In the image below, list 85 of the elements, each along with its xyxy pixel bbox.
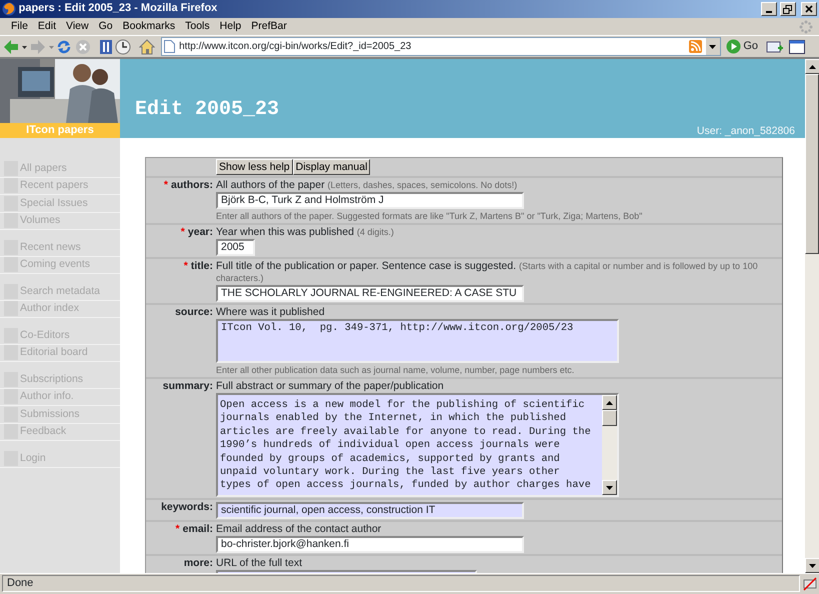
field-help: URL of the full text — [216, 557, 303, 569]
close-button[interactable] — [801, 2, 817, 16]
input-field[interactable]: 2005 — [216, 239, 255, 256]
bullet-icon — [4, 240, 18, 255]
status-text: Done — [2, 575, 800, 592]
caret-icon — [709, 44, 716, 48]
field-help: Full abstract or summary of the paper/publication — [216, 380, 445, 392]
field-label: source: — [175, 306, 213, 318]
page-icon — [164, 40, 176, 53]
scroll-down-icon[interactable] — [809, 564, 816, 568]
text-area[interactable]: ITcon Vol. 10, pg. 349-371, http://www.itcon.org/2005/23 — [216, 319, 619, 363]
bullet-icon — [4, 160, 18, 176]
address-bar[interactable]: http://www.itcon.org/cgi-bin/works/Edit?_id=2005_23 — [160, 37, 720, 56]
field-label: keywords: — [161, 501, 213, 513]
go-icon[interactable] — [726, 39, 741, 54]
field-label: authors: — [171, 179, 213, 191]
scroll-down-icon[interactable] — [606, 486, 613, 490]
dropdown-button[interactable] — [704, 38, 720, 55]
input-field[interactable]: scientific journal, open access, construction IT — [216, 502, 524, 519]
scroll-up-icon[interactable] — [606, 400, 613, 404]
scrollbar[interactable] — [805, 59, 819, 573]
text-area[interactable]: Open access is a new model for the publishing of scientific journals enabled by the Internet, in which the published articles are freely available for anyone to read. During the 1990’s hundreds of individual open access journals were founded by groups of academics, supported by grants and unpaid voluntary work. During the last five years other types of open access journals, funded by author charges have — [216, 393, 619, 497]
required-mark: * — [164, 179, 168, 191]
user-label: User: _anon_582806 — [696, 125, 795, 138]
bullet-icon — [4, 301, 18, 316]
menu-item[interactable]: Go — [94, 20, 118, 33]
bullet-icon — [4, 257, 18, 272]
form-button[interactable]: Show less help — [216, 159, 293, 175]
prefbar-icon[interactable] — [803, 576, 817, 590]
bookmarks-icon[interactable] — [98, 38, 113, 54]
menu-item[interactable]: Edit — [32, 20, 62, 33]
bullet-icon — [4, 450, 18, 466]
reload-icon[interactable] — [56, 38, 72, 54]
site-brand: ITcon papers — [0, 123, 120, 138]
bullet-icon — [4, 424, 18, 440]
restore-icon — [783, 4, 792, 14]
bullet-icon — [4, 406, 18, 422]
scroll-thumb[interactable] — [602, 410, 617, 426]
menu-item[interactable]: Bookmarks — [118, 20, 180, 33]
field-help: All authors of the paper (Letters, dashes, spaces, semicolons. No dots!) — [216, 179, 518, 191]
window-title: papers : Edit 2005_23 - Mozilla Firefox — [18, 2, 218, 16]
go-button[interactable]: Go — [743, 40, 758, 54]
field-help: Full title of the publication or paper. Sentence case is suggested. (Starts with a capital or number and is followed by up to 100 characters.) — [216, 260, 759, 284]
new-tab-icon[interactable] — [766, 40, 784, 54]
bullet-icon — [4, 213, 18, 228]
restore-button[interactable] — [780, 2, 796, 16]
menu-item[interactable]: File — [6, 20, 33, 33]
bullet-icon — [4, 328, 18, 343]
required-mark: * — [184, 260, 188, 272]
field-hint: Enter all authors of the paper. Suggested formats are like "Turk Z, Martens B" or "Turk, Ziga; Martens, Bob" — [216, 210, 644, 222]
firefox-icon — [2, 2, 16, 16]
required-mark: * — [176, 523, 180, 535]
field-help: Year when this was published (4 digits.) — [216, 226, 395, 238]
throbber-icon — [799, 20, 813, 34]
menu-item[interactable]: Help — [214, 20, 246, 33]
field-hint: Enter all other publication data such as journal name, volume, number, page numbers etc. — [216, 364, 576, 376]
scroll-thumb[interactable] — [805, 74, 819, 254]
bullet-icon — [4, 178, 18, 194]
history-icon[interactable] — [115, 38, 132, 54]
field-label: summary: — [162, 380, 213, 392]
input-field[interactable]: bo-christer.bjork@hanken.fi — [216, 536, 524, 553]
page-title: Edit 2005_23 — [135, 98, 280, 122]
bullet-icon — [4, 284, 18, 299]
bullet-icon — [4, 345, 18, 360]
input-field[interactable]: THE SCHOLARLY JOURNAL RE-ENGINEERED: A CASE STU — [216, 285, 524, 302]
menu-item[interactable]: View — [61, 20, 94, 33]
bullet-icon — [4, 389, 18, 404]
field-help: Email address of the contact author — [216, 523, 382, 535]
home-icon[interactable] — [139, 38, 156, 54]
bullet-icon — [4, 196, 18, 211]
required-mark: * — [180, 226, 185, 238]
bullet-icon — [4, 372, 18, 387]
field-label: title: — [190, 260, 213, 272]
menu-item[interactable]: PrefBar — [246, 20, 292, 33]
window-icon[interactable] — [789, 40, 806, 54]
field-label: year: — [188, 226, 213, 238]
input-field[interactable]: Björk B-C, Turk Z and Holmström J — [216, 192, 524, 209]
minimize-button[interactable] — [761, 2, 778, 16]
menu-item[interactable]: Tools — [180, 20, 215, 33]
form-button[interactable]: Display manual — [292, 159, 370, 175]
scroll-up-icon[interactable] — [809, 64, 816, 68]
field-help: Where was it published — [216, 306, 326, 318]
field-label: email: — [182, 523, 213, 535]
field-label: more: — [184, 557, 213, 569]
close-icon — [805, 5, 813, 13]
